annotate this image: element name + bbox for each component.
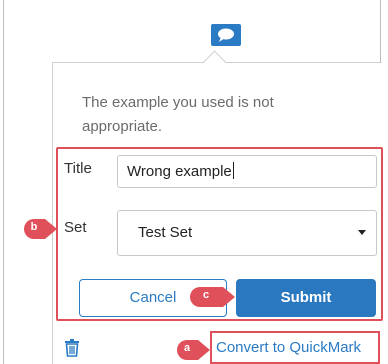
title-input-value: Wrong example — [127, 163, 232, 180]
convert-to-quickmark-link[interactable]: Convert to QuickMark — [216, 339, 361, 356]
callout-b-letter: b — [30, 221, 38, 233]
comment-bubble-icon[interactable] — [211, 24, 241, 46]
callout-a: a — [176, 339, 212, 361]
set-select-value: Test Set — [138, 224, 193, 241]
callout-c-letter: c — [202, 289, 210, 301]
trash-icon[interactable] — [64, 339, 80, 357]
callout-b: b — [23, 218, 59, 240]
callout-a-letter: a — [183, 342, 191, 354]
text-caret — [232, 162, 234, 179]
chevron-down-icon — [358, 230, 366, 235]
submit-button[interactable]: Submit — [236, 279, 376, 317]
comment-text: The example you used is not appropriate. — [82, 94, 274, 135]
title-input[interactable]: Wrong example — [117, 155, 377, 188]
set-label: Set — [64, 219, 87, 236]
set-select[interactable]: Test Set — [117, 210, 377, 256]
callout-c: c — [189, 286, 237, 308]
title-label: Title — [64, 160, 92, 177]
